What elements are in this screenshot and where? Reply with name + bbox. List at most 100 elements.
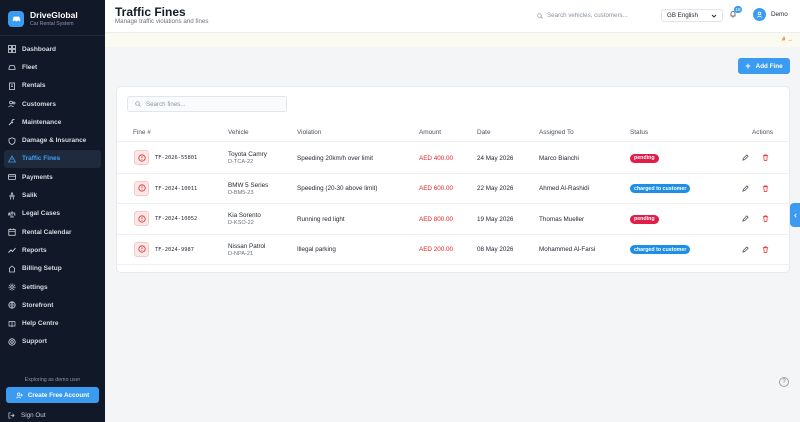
sign-out-label: Sign Out <box>21 411 46 419</box>
sidebar-item-billing-setup[interactable]: Billing Setup <box>0 260 105 278</box>
brand[interactable]: DriveGlobal Car Rental System <box>0 0 105 30</box>
edit-icon[interactable] <box>742 184 750 193</box>
fine-date: 22 May 2026 <box>477 185 514 192</box>
vehicle-plate: D-BM5-23 <box>228 189 254 196</box>
sidebar-item-customers[interactable]: Customers <box>0 95 105 113</box>
sidebar-item-support[interactable]: Support <box>0 333 105 351</box>
sidebar-item-maintenance[interactable]: Maintenance <box>0 113 105 131</box>
sidebar-item-label: Maintenance <box>22 118 62 126</box>
assigned-to: Marco Bianchi <box>539 154 579 162</box>
vehicle-name: Kia Sorento <box>228 212 261 219</box>
create-account-label: Create Free Account <box>27 391 90 399</box>
credit-card-icon <box>8 174 16 181</box>
edit-icon[interactable] <box>742 154 750 162</box>
assigned-to: Ahmed Al-Rashidi <box>539 185 590 192</box>
sidebar-item-salik[interactable]: Salik <box>0 186 105 204</box>
violation: Speeding 20km/h over limit <box>297 154 373 162</box>
alert-circle-icon <box>134 180 149 196</box>
sidebar-item-label: Dashboard <box>22 45 56 53</box>
delete-icon[interactable] <box>762 185 770 193</box>
add-fine-button[interactable]: + Add Fine <box>738 58 790 74</box>
sidebar-item-settings[interactable]: Settings <box>0 278 105 296</box>
calendar-icon <box>8 228 16 236</box>
avatar <box>753 8 766 21</box>
fine-number: TF-2024-10052 <box>155 216 198 222</box>
status-badge: charged to customer <box>630 184 691 193</box>
delete-icon[interactable] <box>762 246 770 254</box>
vehicle-plate: D-TCA-22 <box>228 159 254 165</box>
vehicle-name: Nissan Patrol <box>228 242 266 250</box>
fines-search-input[interactable]: Search fines... <box>127 96 287 112</box>
divider <box>0 35 105 36</box>
alert-circle-icon <box>134 211 149 226</box>
table-row[interactable]: TF-2026-55801 Toyota Camry D-TCA-22 Speedin… <box>117 143 789 174</box>
sidebar-item-dashboard[interactable]: Dashboard <box>0 40 105 58</box>
edit-icon[interactable] <box>742 245 750 254</box>
sidebar-item-payments[interactable]: Payments <box>0 168 105 186</box>
user-icon <box>756 11 763 18</box>
delete-icon[interactable] <box>762 215 770 223</box>
chevron-left-icon <box>793 213 797 217</box>
column-header: Fine # <box>133 129 151 136</box>
create-account-button[interactable]: Create Free Account <box>6 387 99 403</box>
fine-amount: AED 200.00 <box>419 246 453 253</box>
global-search-input[interactable]: Search vehicles, customers... <box>537 9 665 22</box>
add-fine-label: Add Fine <box>755 62 783 70</box>
lifebuoy-icon <box>8 338 16 346</box>
chevron-down-icon <box>711 14 717 18</box>
column-header: Assigned To <box>539 129 574 136</box>
notice-arrow[interactable]: # → <box>782 37 793 43</box>
assigned-to: Mohammed Al-Farsi <box>539 246 596 253</box>
sidebar-item-label: Customers <box>22 100 56 108</box>
fine-date: 24 May 2026 <box>477 154 514 162</box>
column-header: Status <box>630 129 649 136</box>
sidebar-item-storefront[interactable]: Storefront <box>0 296 105 314</box>
status-badge: charged to customer <box>630 245 691 254</box>
table-row[interactable]: TF-2024-9987 Nissan Patrol D-NPA-21 Illegal… <box>117 235 789 265</box>
language-select[interactable]: GB English <box>661 9 723 22</box>
status-badge: pending <box>630 214 659 224</box>
sidebar-item-label: Fleet <box>22 63 38 71</box>
globe-icon <box>8 301 16 310</box>
alert-circle-icon <box>134 241 149 257</box>
column-header: Actions <box>752 129 773 136</box>
sidebar-item-damage-insurance[interactable]: Damage & Insurance <box>0 131 105 149</box>
sidebar-item-legal-cases[interactable]: Legal Cases <box>0 205 105 223</box>
column-header: Violation <box>297 129 322 136</box>
fine-amount: AED 800.00 <box>419 215 453 223</box>
sidebar-item-label: Rentals <box>22 82 46 90</box>
sidebar-item-reports[interactable]: Reports <box>0 241 105 259</box>
help-button[interactable]: ? <box>779 377 789 387</box>
sign-out-link[interactable]: Sign Out <box>0 408 105 422</box>
edit-icon[interactable] <box>742 215 750 223</box>
car-icon <box>8 65 16 71</box>
sidebar-item-help-centre[interactable]: Help Centre <box>0 314 105 332</box>
delete-icon[interactable] <box>762 154 770 162</box>
top-bar: Traffic Fines Manage traffic violations … <box>105 0 800 33</box>
fine-amount: AED 600.00 <box>419 185 453 192</box>
dashboard-icon <box>8 45 16 54</box>
clipboard-icon <box>9 82 15 90</box>
column-header: Vehicle <box>228 129 249 136</box>
sidebar-item-label: Damage & Insurance <box>22 137 87 145</box>
side-panel-toggle[interactable] <box>790 203 800 227</box>
notification-count-badge: 18 <box>734 6 742 13</box>
sidebar-item-traffic-fines[interactable]: Traffic Fines <box>4 149 101 169</box>
alert-circle-icon <box>134 150 149 165</box>
fines-search-placeholder: Search fines... <box>146 100 186 108</box>
sidebar-item-label: Storefront <box>22 301 54 309</box>
vehicle-plate: D-KSO-22 <box>228 220 254 226</box>
search-icon <box>135 101 141 107</box>
sidebar-item-rentals[interactable]: Rentals <box>0 77 105 95</box>
fine-number: TF-2024-10011 <box>155 185 198 192</box>
notifications-button[interactable]: 18 <box>729 6 742 20</box>
table-row[interactable]: TF-2024-10052 Kia Sorento D-KSO-22 Running … <box>117 204 789 235</box>
gear-icon <box>8 283 16 291</box>
sidebar-item-rental-calendar[interactable]: Rental Calendar <box>0 223 105 241</box>
demo-note: Exploring as demo user <box>24 377 81 383</box>
user-menu[interactable]: Demo <box>753 8 788 21</box>
plus-icon: + <box>745 61 751 71</box>
sign-out-icon <box>8 412 15 418</box>
table-row[interactable]: TF-2024-10011 BMW 5 Series D-BM5-23 Speedin… <box>117 174 789 204</box>
sidebar-item-fleet[interactable]: Fleet <box>0 58 105 76</box>
